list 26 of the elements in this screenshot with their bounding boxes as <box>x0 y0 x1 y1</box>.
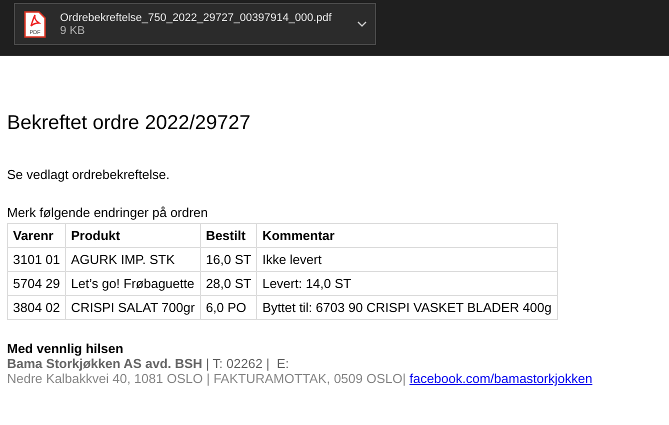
table-cell: 16,0 ST <box>200 248 257 272</box>
table-cell: 3101 01 <box>8 248 66 272</box>
intro-text: Se vedlagt ordrebekreftelse. <box>7 167 171 182</box>
facebook-link[interactable]: facebook.com/bamastorkjokken <box>409 371 592 386</box>
table-cell: AGURK IMP. STK <box>66 248 200 272</box>
file-name: Ordrebekreftelse_750_2022_29727_00397914_000.pdf <box>60 12 333 24</box>
email-heading: Bekreftet ordre 2022/29727 <box>7 112 252 135</box>
table-cell: 5704 29 <box>8 272 66 296</box>
address-text: Nedre Kalbakkvei 40, 1081 OSLO | FAKTURAMOTTAK, 0509 OSLO| facebook.com/bamastorkjokken <box>7 371 592 386</box>
table-cell: 3804 02 <box>8 296 66 320</box>
table-cell: Byttet til: 6703 90 CRISPI VASKET BLADER 400g <box>256 296 558 320</box>
chevron-down-icon[interactable] <box>357 21 367 27</box>
column-header: Varenr <box>8 224 66 248</box>
column-header: Produkt <box>66 224 200 248</box>
table-cell: CRISPI SALAT 700gr <box>66 296 200 320</box>
table-cell: Levert: 14,0 ST <box>256 272 558 296</box>
table-cell: 6,0 PO <box>200 296 257 320</box>
greeting-text: Med vennlig hilsen <box>7 341 124 356</box>
column-header: Bestilt <box>200 224 257 248</box>
table-cell: 28,0 ST <box>200 272 257 296</box>
column-header: Kommentar <box>256 224 558 248</box>
table-cell: Ikke levert <box>256 248 558 272</box>
file-size: 9 KB <box>60 24 86 36</box>
table-cell: Let’s go! Frøbaguette <box>66 272 200 296</box>
company-text: Bama Storkjøkken AS avd. BSH | T: 02262 | E: <box>7 356 290 371</box>
table-caption: Merk følgende endringer på ordren <box>7 205 209 220</box>
